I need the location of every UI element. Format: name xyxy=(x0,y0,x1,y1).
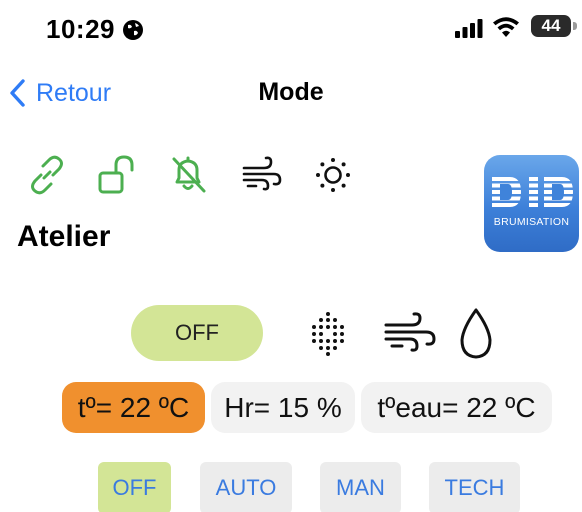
zone-title: Atelier xyxy=(17,220,111,253)
battery-cap xyxy=(573,22,577,30)
did-brumisation-logo: BRUMISATION xyxy=(484,155,579,252)
sun-icon[interactable] xyxy=(310,152,356,198)
logo-subtitle: BRUMISATION xyxy=(493,216,570,228)
page-title: Mode xyxy=(258,78,324,106)
did-logo-mark xyxy=(492,177,573,207)
mist-icon[interactable] xyxy=(302,308,354,360)
battery-indicator: 44 xyxy=(531,15,571,37)
bell-slash-icon[interactable] xyxy=(165,152,211,198)
link-icon[interactable] xyxy=(24,152,70,198)
wind-icon[interactable] xyxy=(238,152,284,198)
wifi-icon xyxy=(493,17,519,37)
status-time: 10:29 xyxy=(46,14,115,44)
mode-auto-button[interactable]: AUTO xyxy=(200,462,292,512)
mode-screen: 10:29 44 Retour Mode BRUMISATION Atelier… xyxy=(0,0,582,512)
mode-man-button[interactable]: MAN xyxy=(320,462,401,512)
globe-icon xyxy=(123,20,143,40)
unlock-icon[interactable] xyxy=(95,152,141,198)
signal-icon xyxy=(455,19,483,38)
mode-tech-button[interactable]: TECH xyxy=(429,462,520,512)
mode-off-button[interactable]: OFF xyxy=(98,462,171,512)
drop-icon[interactable] xyxy=(456,306,496,362)
power-toggle-button[interactable]: OFF xyxy=(131,305,263,361)
humidity-reading: Hr= 15 % xyxy=(211,382,355,433)
wind-icon[interactable] xyxy=(382,312,438,356)
temperature-reading: tº= 22 ºC xyxy=(62,382,205,433)
water-temperature-reading: tºeau= 22 ºC xyxy=(361,382,552,433)
